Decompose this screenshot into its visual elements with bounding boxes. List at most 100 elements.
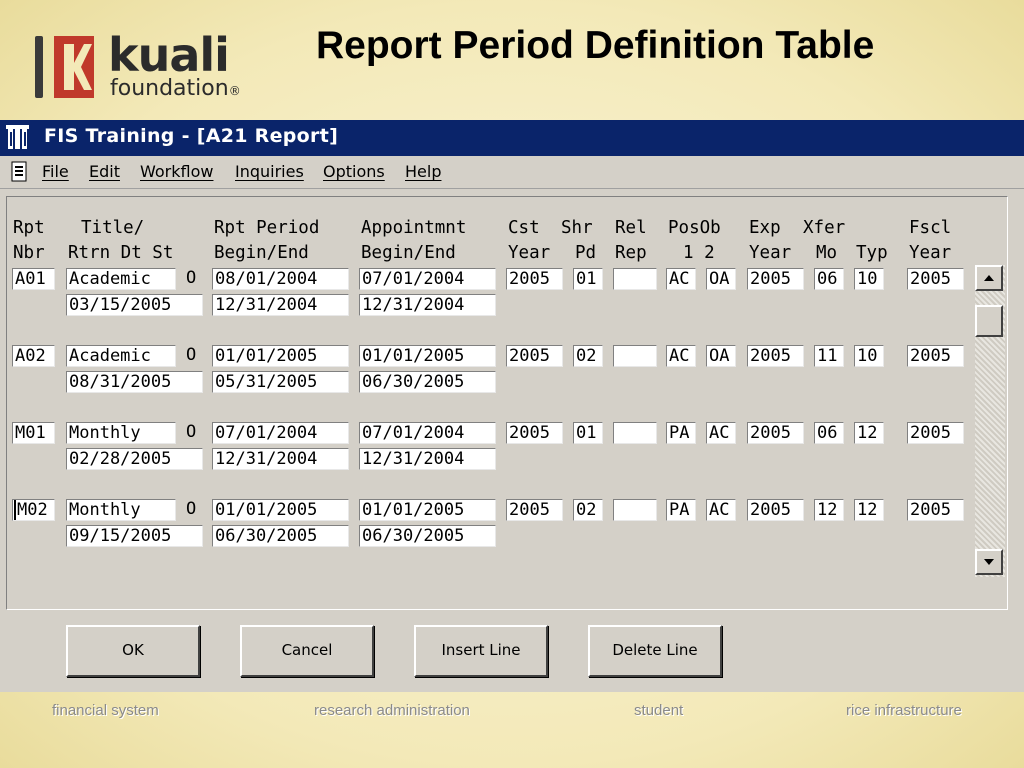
arrow-down-icon (984, 559, 994, 565)
appt-end-field[interactable]: 12/31/2004 (359, 294, 496, 316)
shr-pd-field[interactable]: 01 (573, 268, 603, 290)
menu-inquiries[interactable]: Inquiries (235, 162, 304, 181)
rpt-period-begin-field[interactable]: 01/01/2005 (212, 499, 349, 521)
rpt-period-begin-field[interactable]: 08/01/2004 (212, 268, 349, 290)
xfer-mo-field[interactable]: 11 (814, 345, 844, 367)
logo-bar (35, 36, 43, 98)
cst-year-field[interactable]: 2005 (506, 345, 563, 367)
kuali-k-icon (54, 36, 94, 98)
appt-end-field[interactable]: 06/30/2005 (359, 371, 496, 393)
fscl-year-field[interactable]: 2005 (907, 268, 964, 290)
cst-year-field[interactable]: 2005 (506, 268, 563, 290)
shr-pd-field[interactable]: 01 (573, 422, 603, 444)
menu-edit[interactable]: Edit (89, 162, 120, 181)
appt-begin-field[interactable]: 01/01/2005 (359, 345, 496, 367)
appt-begin-field[interactable]: 07/01/2004 (359, 268, 496, 290)
title-field[interactable]: Monthly (66, 422, 176, 444)
typ-field[interactable]: 12 (854, 422, 884, 444)
title-bar[interactable]: FIS Training - [A21 Report] (0, 120, 1024, 156)
rpt-nbr-field[interactable]: M02 (12, 499, 55, 521)
posob2-field[interactable]: AC (706, 422, 736, 444)
delete-line-button[interactable]: Delete Line (588, 625, 722, 677)
status-field[interactable]: O (186, 499, 196, 521)
typ-field[interactable]: 10 (854, 345, 884, 367)
ok-button[interactable]: OK (66, 625, 200, 677)
header-rel-rep: Rep (615, 243, 647, 263)
header-rtrn-dt-st: Rtrn Dt St (68, 243, 174, 263)
shr-pd-field[interactable]: 02 (573, 499, 603, 521)
rel-rep-field[interactable] (613, 422, 657, 444)
rpt-nbr-field[interactable]: A01 (12, 268, 55, 290)
rtrn-dt-field[interactable]: 02/28/2005 (66, 448, 203, 470)
xfer-mo-field[interactable]: 06 (814, 268, 844, 290)
rpt-period-begin-field[interactable]: 07/01/2004 (212, 422, 349, 444)
rpt-period-end-field[interactable]: 06/30/2005 (212, 525, 349, 547)
cst-year-field[interactable]: 2005 (506, 422, 563, 444)
insert-line-button[interactable]: Insert Line (414, 625, 548, 677)
rel-rep-field[interactable] (613, 345, 657, 367)
menu-help[interactable]: Help (405, 162, 441, 181)
posob1-field[interactable]: AC (666, 268, 696, 290)
status-field[interactable]: O (186, 268, 196, 290)
rpt-nbr-field[interactable]: A02 (12, 345, 55, 367)
exp-year-field[interactable]: 2005 (747, 499, 804, 521)
footer-research-administration: research administration (314, 702, 470, 719)
app-window: FIS Training - [A21 Report] File Edit Wo… (0, 120, 1024, 692)
posob2-field[interactable]: OA (706, 268, 736, 290)
posob2-field[interactable]: OA (706, 345, 736, 367)
cst-year-field[interactable]: 2005 (506, 499, 563, 521)
rpt-nbr-field[interactable]: M01 (12, 422, 55, 444)
title-field[interactable]: Monthly (66, 499, 176, 521)
fscl-year-field[interactable]: 2005 (907, 345, 964, 367)
slide-title: Report Period Definition Table (316, 24, 875, 67)
appt-begin-field[interactable]: 07/01/2004 (359, 422, 496, 444)
cancel-button[interactable]: Cancel (240, 625, 374, 677)
fscl-year-field[interactable]: 2005 (907, 499, 964, 521)
rtrn-dt-field[interactable]: 03/15/2005 (66, 294, 203, 316)
window-title: FIS Training - [A21 Report] (44, 125, 339, 147)
appt-begin-field[interactable]: 01/01/2005 (359, 499, 496, 521)
xfer-mo-field[interactable]: 06 (814, 422, 844, 444)
typ-field[interactable]: 10 (854, 268, 884, 290)
logo-word-foundation: foundation® (110, 76, 241, 101)
scroll-up-button[interactable] (975, 265, 1003, 291)
header-exp-year: Year (749, 243, 792, 263)
header-rpt-begin-end: Begin/End (214, 243, 309, 263)
menu-file[interactable]: File (42, 162, 69, 181)
appt-end-field[interactable]: 06/30/2005 (359, 525, 496, 547)
header-title: Title/ (81, 218, 145, 238)
posob2-field[interactable]: AC (706, 499, 736, 521)
rtrn-dt-field[interactable]: 08/31/2005 (66, 371, 203, 393)
fscl-year-field[interactable]: 2005 (907, 422, 964, 444)
exp-year-field[interactable]: 2005 (747, 268, 804, 290)
status-field[interactable]: O (186, 422, 196, 444)
rpt-period-end-field[interactable]: 12/31/2004 (212, 294, 349, 316)
menu-options[interactable]: Options (323, 162, 385, 181)
title-field[interactable]: Academic (66, 345, 176, 367)
rel-rep-field[interactable] (613, 499, 657, 521)
rtrn-dt-field[interactable]: 09/15/2005 (66, 525, 203, 547)
appt-end-field[interactable]: 12/31/2004 (359, 448, 496, 470)
document-icon[interactable] (10, 161, 30, 183)
shr-pd-field[interactable]: 02 (573, 345, 603, 367)
posob1-field[interactable]: PA (666, 499, 696, 521)
posob1-field[interactable]: PA (666, 422, 696, 444)
scroll-thumb[interactable] (975, 305, 1003, 337)
scroll-down-button[interactable] (975, 549, 1003, 575)
header-exp: Exp (749, 218, 781, 238)
title-field[interactable]: Academic (66, 268, 176, 290)
xfer-mo-field[interactable]: 12 (814, 499, 844, 521)
vertical-scrollbar[interactable] (975, 265, 1005, 577)
rpt-period-end-field[interactable]: 12/31/2004 (212, 448, 349, 470)
app-system-icon[interactable] (6, 124, 36, 152)
rpt-period-begin-field[interactable]: 01/01/2005 (212, 345, 349, 367)
kuali-logo: kuali foundation® (30, 28, 290, 102)
rpt-period-end-field[interactable]: 05/31/2005 (212, 371, 349, 393)
status-field[interactable]: O (186, 345, 196, 367)
menu-workflow[interactable]: Workflow (140, 162, 213, 181)
exp-year-field[interactable]: 2005 (747, 345, 804, 367)
rel-rep-field[interactable] (613, 268, 657, 290)
typ-field[interactable]: 12 (854, 499, 884, 521)
exp-year-field[interactable]: 2005 (747, 422, 804, 444)
posob1-field[interactable]: AC (666, 345, 696, 367)
